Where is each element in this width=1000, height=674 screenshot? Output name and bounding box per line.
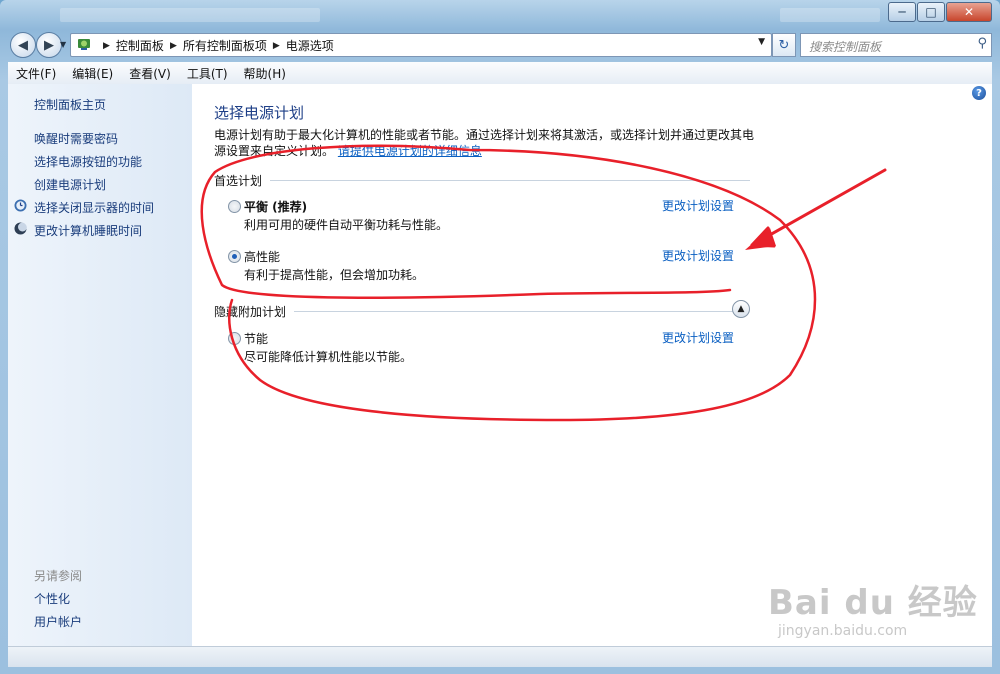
plan-description: 有利于提高性能，但会增加功耗。 <box>244 268 425 282</box>
more-info-link[interactable]: 请提供电源计划的详细信息 <box>338 144 482 158</box>
plan-radio[interactable] <box>228 200 241 213</box>
sidebar-item-personalization[interactable]: 个性化 <box>34 590 70 607</box>
change-plan-settings-link[interactable]: 更改计划设置 <box>662 197 734 214</box>
breadcrumb-item[interactable]: 所有控制面板项 <box>183 37 267 54</box>
plan-name[interactable]: 高性能 <box>244 248 280 265</box>
back-button[interactable]: ◀ <box>10 32 36 58</box>
plan-description: 利用可用的硬件自动平衡功耗与性能。 <box>244 218 449 232</box>
breadcrumb-separator-icon: ▶ <box>103 40 110 51</box>
change-plan-settings-link[interactable]: 更改计划设置 <box>662 329 734 346</box>
sidebar-item-display-off[interactable]: 选择关闭显示器的时间 <box>34 199 154 216</box>
forward-button[interactable]: ▶ <box>36 32 62 58</box>
breadcrumb-item[interactable]: 控制面板 <box>116 37 164 54</box>
preferred-plans-header: 首选计划 <box>214 172 751 189</box>
plan-name[interactable]: 节能 <box>244 330 268 347</box>
maximize-button[interactable]: □ <box>917 2 945 22</box>
moon-icon <box>14 222 27 235</box>
window-controls: ─ □ ✕ <box>887 2 992 22</box>
hidden-plans-header: 隐藏附加计划 <box>214 303 735 320</box>
title-ghost-search <box>780 8 880 22</box>
watermark-url: jingyan.baidu.com <box>778 623 908 639</box>
sidebar-item-user-accounts[interactable]: 用户帐户 <box>34 613 82 630</box>
search-placeholder: 搜索控制面板 <box>809 40 882 54</box>
breadcrumb-separator-icon: ▶ <box>169 40 177 51</box>
hidden-plans-label[interactable]: 隐藏附加计划 <box>214 303 286 320</box>
description-text: 电源计划有助于最大化计算机的性能或者节能。通过选择计划来将其激活，或选择计划并通… <box>214 128 755 158</box>
main-panel: ? 选择电源计划 电源计划有助于最大化计算机的性能或者节能。通过选择计划来将其激… <box>192 84 992 646</box>
title-bar: ─ □ ✕ <box>0 0 1000 30</box>
plan-description: 尽可能降低计算机性能以节能。 <box>244 350 413 364</box>
help-icon[interactable]: ? <box>972 86 986 100</box>
sidebar-item-power-buttons[interactable]: 选择电源按钮的功能 <box>34 153 142 170</box>
see-also-heading: 另请参阅 <box>34 569 83 583</box>
menu-view[interactable]: 查看(V) <box>121 65 179 82</box>
minimize-button[interactable]: ─ <box>888 2 916 22</box>
plan-radio-selected[interactable] <box>228 250 241 263</box>
search-icon[interactable]: ⚲ <box>977 36 987 51</box>
change-plan-settings-link[interactable]: 更改计划设置 <box>662 247 734 264</box>
sidebar-item-create-plan[interactable]: 创建电源计划 <box>34 176 106 193</box>
divider <box>270 180 751 181</box>
refresh-icon: ↻ <box>778 37 790 53</box>
sidebar-item-wake-password[interactable]: 唤醒时需要密码 <box>34 130 118 147</box>
plan-radio[interactable] <box>228 332 241 345</box>
window-frame: ─ □ ✕ ◀ ▶ ▼ ▶ 控制面板 ▶ 所有控制面板项 ▶ 电源选项 ▼ ↻ … <box>0 0 1000 674</box>
breadcrumb-item[interactable]: 电源选项 <box>286 37 334 54</box>
sidebar-item-sleep-time[interactable]: 更改计算机睡眠时间 <box>34 222 142 239</box>
menu-file[interactable]: 文件(F) <box>8 65 64 82</box>
address-dropdown-icon[interactable]: ▼ <box>758 37 765 47</box>
history-dropdown-icon[interactable]: ▼ <box>60 40 66 49</box>
content-area: 控制面板主页 唤醒时需要密码 选择电源按钮的功能 创建电源计划 选择关闭显示器的… <box>8 84 992 646</box>
menu-edit[interactable]: 编辑(E) <box>64 65 121 82</box>
plan-name[interactable]: 平衡 (推荐) <box>244 198 307 215</box>
preferred-plans-label: 首选计划 <box>214 174 263 188</box>
watermark-brand: Bai du 经验 <box>768 583 978 623</box>
back-arrow-icon: ◀ <box>18 37 28 53</box>
address-bar[interactable]: ▶ 控制面板 ▶ 所有控制面板项 ▶ 电源选项 ▼ <box>70 33 772 57</box>
refresh-button[interactable]: ↻ <box>772 33 796 57</box>
close-button[interactable]: ✕ <box>946 2 992 22</box>
monitor-clock-icon <box>14 199 27 212</box>
sidebar: 控制面板主页 唤醒时需要密码 选择电源按钮的功能 创建电源计划 选择关闭显示器的… <box>8 84 192 646</box>
control-panel-icon <box>78 39 90 50</box>
title-ghost <box>60 8 320 22</box>
divider <box>294 311 735 312</box>
breadcrumb: ▶ 控制面板 ▶ 所有控制面板项 ▶ 电源选项 <box>97 37 334 54</box>
page-title: 选择电源计划 <box>214 104 305 122</box>
menu-help[interactable]: 帮助(H) <box>236 65 294 82</box>
baidu-watermark: Bai du 经验 jingyan.baidu.com <box>768 575 978 639</box>
menu-bar: 文件(F) 编辑(E) 查看(V) 工具(T) 帮助(H) <box>8 62 992 85</box>
collapse-chevron-icon[interactable]: ▲ <box>732 300 750 318</box>
forward-arrow-icon: ▶ <box>44 37 54 53</box>
status-bar <box>8 646 992 667</box>
menu-tools[interactable]: 工具(T) <box>179 65 236 82</box>
page-description: 电源计划有助于最大化计算机的性能或者节能。通过选择计划来将其激活，或选择计划并通… <box>214 127 754 159</box>
breadcrumb-separator-icon: ▶ <box>272 40 280 51</box>
search-input[interactable]: 搜索控制面板 ⚲ <box>800 33 992 57</box>
sidebar-item-home[interactable]: 控制面板主页 <box>34 96 106 113</box>
